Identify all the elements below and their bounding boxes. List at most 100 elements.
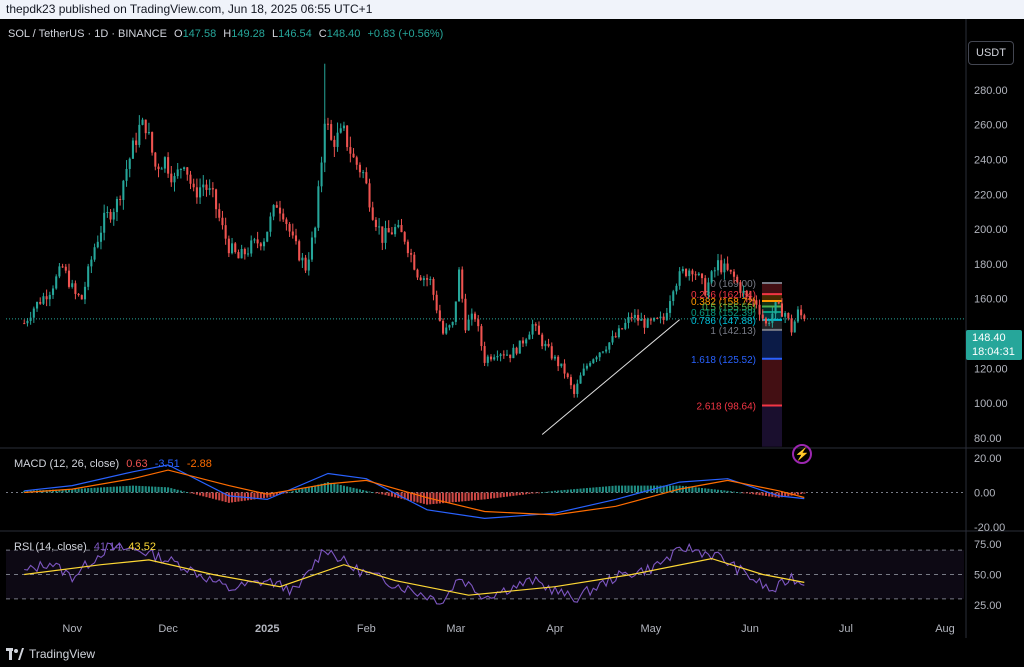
macd-histogram-bar bbox=[534, 492, 537, 494]
macd-histogram-bar bbox=[291, 491, 294, 493]
candle-body bbox=[151, 132, 154, 153]
macd-histogram-bar bbox=[419, 492, 422, 504]
candle-body bbox=[23, 323, 26, 325]
macd-histogram-bar bbox=[192, 492, 195, 494]
time-tick-label: May bbox=[640, 623, 661, 635]
macd-histogram-bar bbox=[339, 485, 342, 493]
macd-histogram-bar bbox=[589, 487, 592, 493]
candle-body bbox=[342, 125, 345, 129]
macd-histogram-bar bbox=[665, 485, 668, 493]
symbol-label[interactable]: SOL / TetherUS · 1D · BINANCE bbox=[8, 28, 167, 40]
macd-histogram-bar bbox=[525, 492, 528, 495]
macd-histogram-bar bbox=[630, 485, 633, 493]
macd-histogram-bar bbox=[764, 492, 768, 496]
candle-body bbox=[467, 319, 470, 331]
price-tick-label: 220.00 bbox=[974, 189, 1008, 201]
macd-histogram-bar bbox=[103, 487, 106, 493]
macd-histogram-bar bbox=[438, 492, 441, 504]
candle-body bbox=[518, 340, 521, 354]
candle-body bbox=[301, 257, 304, 261]
candle-body bbox=[119, 198, 122, 200]
candle-body bbox=[419, 277, 422, 281]
macd-histogram-bar bbox=[582, 488, 585, 493]
macd-histogram-bar bbox=[637, 485, 640, 493]
macd-histogram-bar bbox=[342, 485, 345, 493]
candle-body bbox=[537, 325, 541, 335]
candle-body bbox=[406, 241, 409, 254]
time-tick-label: Mar bbox=[446, 623, 465, 635]
candle-body bbox=[601, 351, 604, 353]
macd-histogram-bar bbox=[518, 492, 521, 496]
candle-body bbox=[243, 248, 246, 255]
open-label: O bbox=[174, 28, 183, 40]
macd-histogram-bar bbox=[432, 492, 435, 504]
candle-body bbox=[787, 313, 790, 319]
lightning-icon[interactable]: ⚡ bbox=[792, 444, 812, 464]
macd-histogram-bar bbox=[796, 492, 799, 495]
rsi-tick-label: 25.00 bbox=[974, 600, 1002, 612]
macd-histogram-bar bbox=[656, 485, 659, 493]
macd-histogram-bar bbox=[640, 485, 643, 493]
macd-line bbox=[24, 464, 805, 520]
macd-histogram-bar bbox=[707, 488, 710, 493]
macd-label[interactable]: MACD (12, 26, close) bbox=[14, 458, 119, 470]
macd-histogram-bar bbox=[246, 492, 250, 501]
candle-body bbox=[240, 248, 243, 259]
macd-histogram-bar bbox=[573, 489, 576, 493]
candle-body bbox=[534, 324, 537, 326]
candle-body bbox=[128, 158, 131, 169]
macd-histogram-bar bbox=[112, 486, 115, 493]
candle-body bbox=[291, 231, 294, 236]
candle-body bbox=[186, 167, 189, 175]
chart-area[interactable]: 0 (169.00) 0.236 (162.64) 0.382 (158.72) 0.… bbox=[0, 19, 1024, 638]
macd-histogram-bar bbox=[288, 491, 291, 493]
macd-histogram-bar bbox=[422, 492, 425, 504]
candle-body bbox=[304, 257, 307, 271]
rsi-tick-label: 75.00 bbox=[974, 539, 1002, 551]
price-tick-label: 120.00 bbox=[974, 363, 1008, 375]
candle-body bbox=[48, 294, 51, 300]
candle-body bbox=[349, 147, 352, 154]
candle-body bbox=[202, 184, 205, 188]
macd-histogram-bar bbox=[189, 492, 192, 494]
candle-body bbox=[496, 356, 499, 358]
candle-body bbox=[710, 271, 713, 283]
currency-button[interactable]: USDT bbox=[968, 41, 1014, 65]
candle-body bbox=[314, 227, 317, 238]
macd-histogram-bar bbox=[611, 485, 614, 493]
tradingview-logo[interactable]: TradingView bbox=[6, 647, 95, 661]
open-value: 147.58 bbox=[182, 28, 217, 40]
macd-histogram-bar bbox=[387, 492, 390, 496]
candle-body bbox=[748, 296, 752, 300]
candle-body bbox=[400, 225, 403, 233]
macd-histogram-bar bbox=[400, 492, 403, 499]
rsi-label[interactable]: RSI (14, close) bbox=[14, 541, 87, 553]
candle-body bbox=[582, 368, 585, 376]
rsi-value: 41.14 bbox=[93, 541, 122, 553]
candle-body bbox=[416, 269, 419, 278]
macd-histogram-bar bbox=[716, 489, 720, 493]
macd-histogram-bar bbox=[77, 488, 80, 493]
candle-body bbox=[633, 314, 636, 318]
candle-body bbox=[138, 124, 141, 145]
macd-histogram-bar bbox=[266, 492, 269, 498]
candle-body bbox=[659, 316, 662, 319]
candle-body bbox=[637, 314, 640, 321]
macd-histogram-bar bbox=[74, 488, 77, 493]
macd-pane bbox=[6, 464, 964, 520]
macd-histogram-bar bbox=[170, 488, 173, 493]
macd-histogram-bar bbox=[199, 492, 202, 496]
macd-histogram-bar bbox=[761, 492, 764, 496]
time-tick-label: Nov bbox=[62, 623, 82, 635]
macd-histogram-bar bbox=[541, 492, 544, 494]
candle-body bbox=[445, 327, 448, 334]
candle-body bbox=[26, 320, 29, 324]
candle-body bbox=[729, 269, 732, 272]
macd-histogram-bar bbox=[509, 492, 512, 497]
candle-body bbox=[454, 301, 457, 322]
fib-level-label: 1.618 (125.52) bbox=[691, 355, 756, 366]
macd-histogram-bar bbox=[755, 492, 758, 495]
candle-body bbox=[672, 291, 675, 302]
candle-body bbox=[480, 326, 483, 347]
candle-body bbox=[310, 237, 314, 260]
